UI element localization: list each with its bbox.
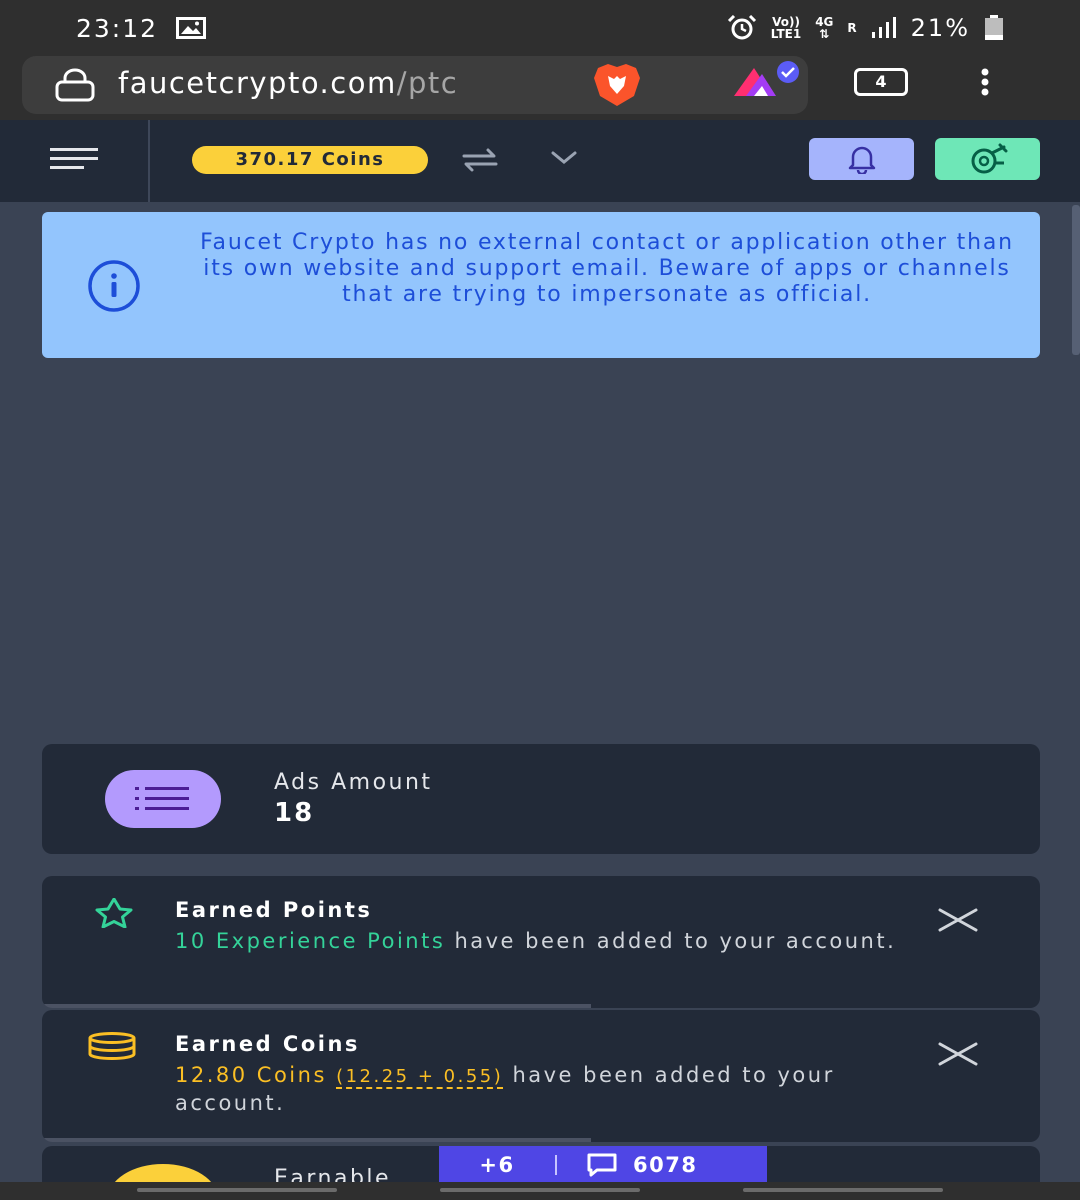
battery-percent: 21% (910, 14, 970, 42)
online-plus-count: +6 (479, 1153, 515, 1177)
toast-message: 12.80 Coins (12.25 + 0.55) have been add… (175, 1062, 915, 1116)
list-icon (135, 787, 189, 810)
coins-breakdown[interactable]: (12.25 + 0.55) (336, 1066, 504, 1089)
coins-balance-badge[interactable]: 370.17 Coins (192, 146, 428, 174)
faucet-icon (971, 143, 1007, 174)
info-notice: Faucet Crypto has no external contact or… (42, 212, 1040, 358)
faucet-button[interactable] (935, 138, 1040, 180)
toast-title: Earned Coins (175, 1032, 360, 1056)
image-icon (176, 17, 207, 39)
info-icon (88, 260, 140, 312)
header-divider (148, 120, 150, 202)
close-icon[interactable] (938, 908, 978, 932)
system-nav-bar (0, 1182, 1080, 1200)
status-bar: 23:12 Vo)) LTE1 4G ⇅ R 21% (0, 0, 1080, 56)
chevron-down-icon[interactable] (550, 150, 578, 166)
site-header: 370.17 Coins (0, 120, 1080, 202)
volte-indicator: Vo)) LTE1 (771, 16, 801, 40)
nav-back-handle[interactable] (137, 1188, 337, 1192)
chat-widget[interactable]: +6 6078 (439, 1146, 767, 1184)
coin-stack-icon (88, 1032, 136, 1060)
status-right: Vo)) LTE1 4G ⇅ R 21% (727, 14, 1004, 42)
volte-sub: LTE1 (770, 27, 802, 41)
roaming-indicator: R (847, 22, 856, 34)
chat-icon (587, 1153, 617, 1177)
ads-amount-card: Ads Amount 18 (42, 744, 1040, 854)
ads-amount-label: Ads Amount (274, 770, 433, 795)
toast-progress-bar (42, 1138, 591, 1142)
alarm-icon (727, 15, 756, 40)
lock-icon (55, 68, 95, 102)
status-left: 23:12 (76, 13, 207, 43)
roaming-label: R (847, 21, 857, 35)
battery-icon (985, 15, 1003, 40)
page-scrollbar[interactable] (1072, 205, 1080, 355)
nav-home-handle[interactable] (440, 1188, 640, 1192)
kebab-menu-icon[interactable] (978, 68, 992, 96)
nav-recents-handle[interactable] (743, 1188, 943, 1192)
url-text[interactable]: faucetcrypto.com/ptc (118, 66, 458, 100)
toast-highlight: 10 Experience Points (175, 929, 446, 953)
address-bar[interactable]: faucetcrypto.com/ptc (22, 56, 808, 114)
browser-toolbar: faucetcrypto.com/ptc 4 (0, 56, 1080, 120)
url-host: faucetcrypto.com (118, 66, 397, 100)
star-icon (95, 898, 133, 928)
info-notice-text: Faucet Crypto has no external contact or… (200, 230, 1014, 307)
brave-shield-icon[interactable] (588, 62, 646, 108)
ads-icon-badge (105, 770, 221, 828)
chat-message-count: 6078 (633, 1153, 698, 1177)
tabs-button[interactable]: 4 (854, 68, 908, 96)
toast-progress-bar (42, 1004, 591, 1008)
chat-separator (555, 1155, 557, 1175)
notifications-button[interactable] (809, 138, 914, 180)
toast-highlight: 12.80 Coins (175, 1063, 327, 1087)
bell-icon (848, 146, 875, 174)
exchange-icon[interactable] (460, 146, 500, 174)
hamburger-icon[interactable] (50, 148, 98, 170)
status-time: 23:12 (76, 13, 159, 43)
url-path: /ptc (396, 66, 459, 100)
close-icon[interactable] (938, 1042, 978, 1066)
earned-coins-toast[interactable]: Earned Coins 12.80 Coins (12.25 + 0.55) … (42, 1010, 1040, 1142)
network-indicator: 4G ⇅ (815, 16, 833, 40)
brave-rewards-icon[interactable] (710, 60, 810, 110)
earned-points-toast[interactable]: Earned Points 10 Experience Points have … (42, 876, 1040, 1008)
toast-message: 10 Experience Points have been added to … (175, 928, 915, 954)
signal-icon (871, 17, 896, 38)
toast-title: Earned Points (175, 898, 373, 922)
toast-message-rest: have been added to your account. (445, 929, 897, 953)
data-arrows: ⇅ (819, 27, 830, 41)
ads-amount-value: 18 (274, 798, 315, 828)
